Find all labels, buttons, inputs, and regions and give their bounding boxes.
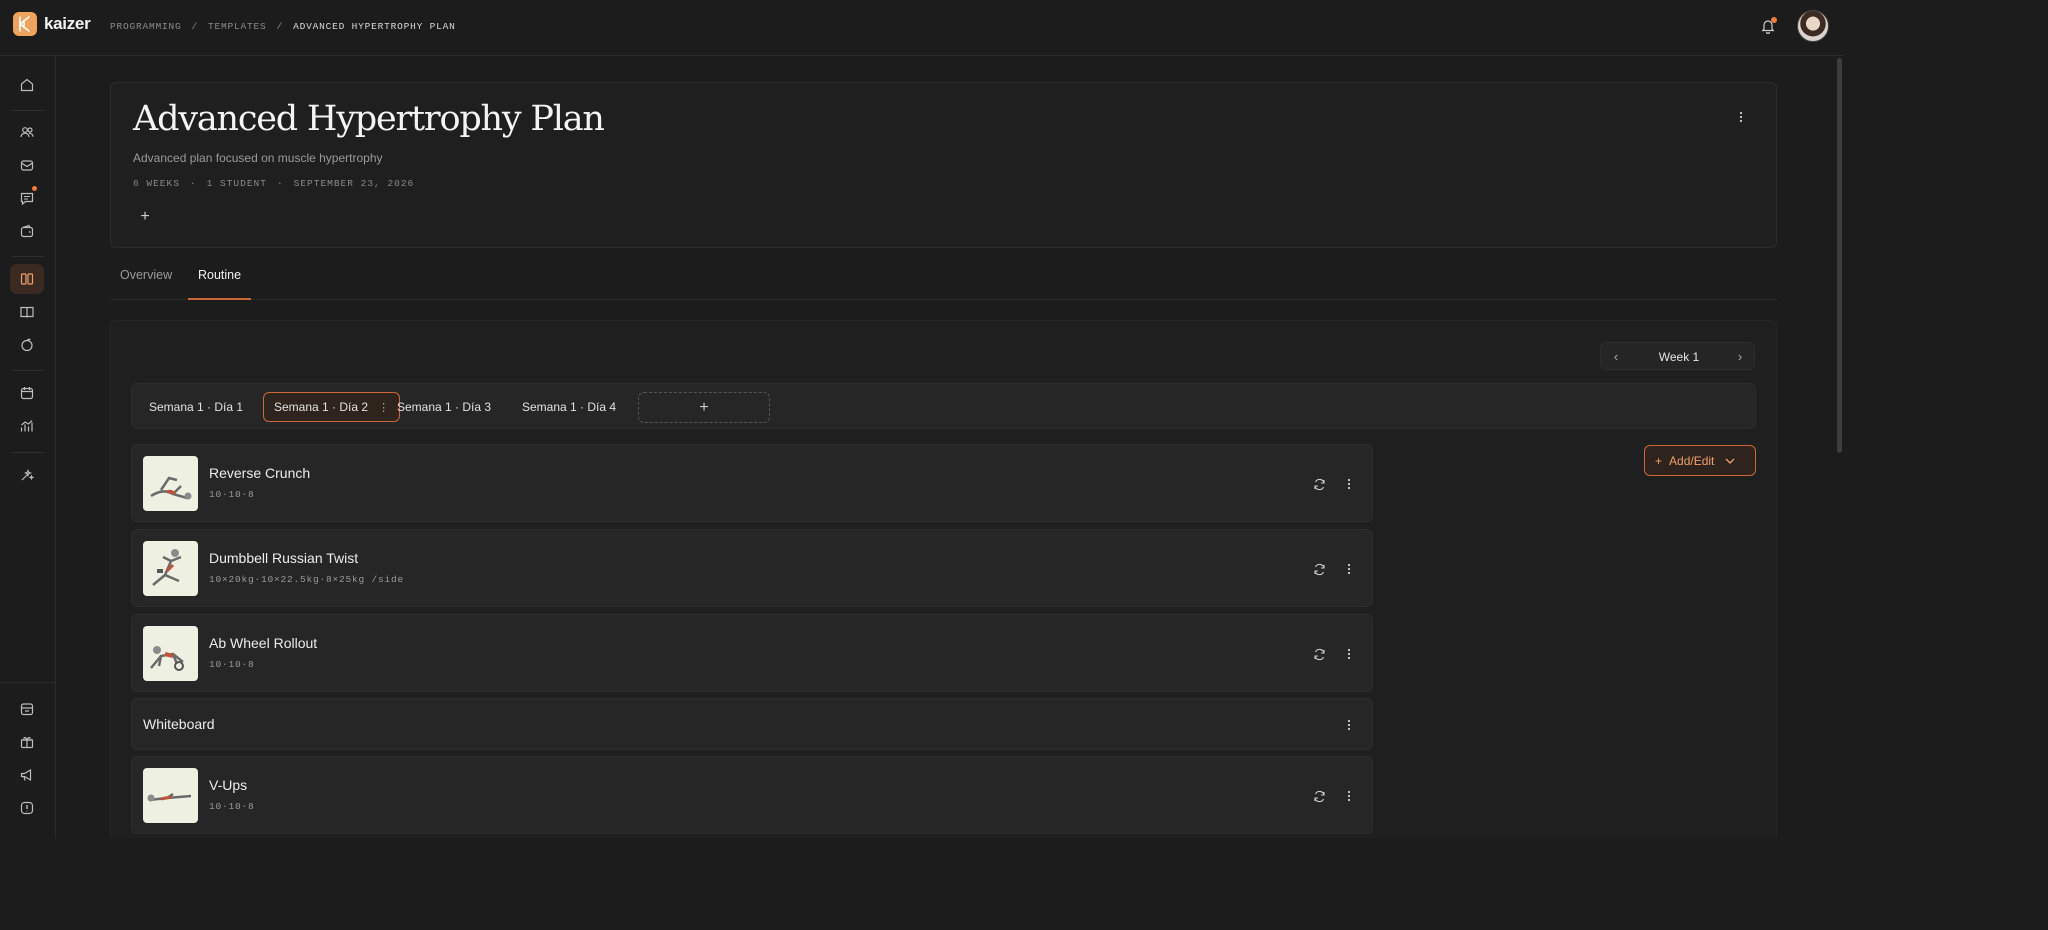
sidebar-divider	[12, 110, 44, 111]
exercise-name: V-Ups	[209, 777, 248, 793]
kaizer-logo-icon[interactable]	[13, 12, 37, 36]
breadcrumb-separator: /	[191, 21, 199, 32]
calendar-icon[interactable]	[10, 378, 44, 408]
meta-separator: ·	[189, 178, 197, 189]
exercise-card[interactable]: V-Ups 10·10·8	[131, 756, 1373, 834]
exercise-name: Dumbbell Russian Twist	[209, 550, 359, 566]
day-tabs: Semana 1 · Día 1 Semana 1 · Día 2 ⋮ Sema…	[131, 383, 1756, 429]
exercise-card[interactable]: Reverse Crunch 10·10·8	[131, 444, 1373, 522]
ai-sparkle-icon[interactable]	[10, 460, 44, 490]
gift-icon[interactable]	[10, 727, 44, 757]
breadcrumb-separator: /	[276, 21, 284, 32]
chat-icon[interactable]	[10, 183, 44, 213]
add-day-button[interactable]: +	[638, 392, 770, 423]
plus-icon: +	[1655, 453, 1663, 468]
swap-exercise-icon[interactable]	[1309, 559, 1329, 579]
breadcrumb-templates[interactable]: TEMPLATES	[208, 21, 267, 32]
exercise-scheme: 10·10·8	[209, 489, 255, 500]
swap-exercise-icon[interactable]	[1309, 644, 1329, 664]
exercise-more-icon[interactable]	[1339, 474, 1359, 494]
exercise-thumbnail	[143, 626, 198, 681]
plan-header-card: Advanced Hypertrophy Plan Advanced plan …	[110, 82, 1777, 248]
users-icon[interactable]	[10, 117, 44, 147]
megaphone-icon[interactable]	[10, 760, 44, 790]
wallet-icon[interactable]	[10, 216, 44, 246]
exercise-more-icon[interactable]	[1339, 644, 1359, 664]
add-edit-label: Add/Edit	[1669, 453, 1715, 468]
day-tab-label: Semana 1 · Día 2	[274, 400, 369, 414]
exercise-name: Ab Wheel Rollout	[209, 635, 318, 651]
plan-more-options-icon[interactable]	[1731, 107, 1751, 127]
exercise-more-icon[interactable]	[1339, 786, 1359, 806]
add-tag-button[interactable]: +	[135, 207, 155, 227]
analytics-icon[interactable]	[10, 411, 44, 441]
plan-date: SEPTEMBER 23, 2026	[293, 178, 415, 189]
meta-separator: ·	[276, 178, 284, 189]
sidebar-divider	[12, 452, 44, 453]
whiteboard-label: Whiteboard	[143, 716, 215, 732]
top-bar: kaizer PROGRAMMING / TEMPLATES / ADVANCE…	[0, 0, 1844, 56]
whiteboard-more-icon[interactable]	[1339, 715, 1359, 735]
day-tab-1[interactable]: Semana 1 · Día 1	[139, 392, 253, 422]
sidebar-divider	[12, 256, 44, 257]
user-avatar[interactable]	[1797, 10, 1829, 42]
exercise-thumbnail	[143, 456, 198, 511]
plan-tabs: Overview Routine	[110, 262, 1777, 300]
plan-students: 1 STUDENT	[206, 178, 267, 189]
exercise-card[interactable]: Dumbbell Russian Twist 10×20kg·10×22.5kg…	[131, 529, 1373, 607]
store-icon[interactable]	[10, 694, 44, 724]
app-window: kaizer PROGRAMMING / TEMPLATES / ADVANCE…	[0, 0, 1844, 838]
nutrition-icon[interactable]	[10, 330, 44, 360]
sidebar-divider	[0, 682, 56, 683]
swap-exercise-icon[interactable]	[1309, 474, 1329, 494]
tab-routine[interactable]: Routine	[188, 268, 252, 300]
breadcrumb-current: ADVANCED HYPERTROPHY PLAN	[293, 21, 456, 32]
exercise-scheme: 10×20kg·10×22.5kg·8×25kg /side	[209, 574, 405, 585]
chevron-down-icon	[1725, 458, 1735, 464]
add-edit-button[interactable]: + Add/Edit	[1644, 445, 1756, 476]
plan-meta: 6 WEEKS · 1 STUDENT · SEPTEMBER 23, 2026	[133, 178, 414, 189]
exercise-thumbnail	[143, 768, 198, 823]
notification-dot	[1771, 17, 1777, 23]
home-icon[interactable]	[10, 70, 44, 100]
help-icon[interactable]	[10, 793, 44, 823]
chat-unread-dot	[32, 186, 37, 191]
breadcrumb: PROGRAMMING / TEMPLATES / ADVANCED HYPER…	[110, 21, 456, 32]
programs-icon[interactable]	[10, 264, 44, 294]
exercise-more-icon[interactable]	[1339, 559, 1359, 579]
week-label: Week 1	[1658, 350, 1700, 364]
week-selector: ‹ Week 1 ›	[1600, 342, 1755, 370]
chevron-right-icon[interactable]: ›	[1731, 347, 1749, 365]
exercise-scheme: 10·10·8	[209, 659, 255, 670]
tab-overview[interactable]: Overview	[120, 268, 172, 300]
exercise-thumbnail	[143, 541, 198, 596]
chevron-left-icon[interactable]: ‹	[1607, 347, 1625, 365]
day-tab-2[interactable]: Semana 1 · Día 2 ⋮	[263, 392, 401, 422]
day-tab-4[interactable]: Semana 1 · Día 4	[512, 392, 626, 422]
day-tab-3[interactable]: Semana 1 · Día 3	[387, 392, 501, 422]
sidebar	[0, 56, 56, 838]
viewport-blank-area	[1844, 0, 2048, 930]
plan-description: Advanced plan focused on muscle hypertro…	[133, 151, 383, 165]
brand-name[interactable]: kaizer	[44, 14, 91, 34]
page-title: Advanced Hypertrophy Plan	[133, 99, 605, 139]
scrollbar-thumb[interactable]	[1837, 58, 1842, 453]
library-icon[interactable]	[10, 297, 44, 327]
exercise-card[interactable]: Ab Wheel Rollout 10·10·8	[131, 614, 1373, 692]
exercise-name: Reverse Crunch	[209, 465, 311, 481]
viewport-blank-area	[0, 838, 2048, 930]
whiteboard-block[interactable]: Whiteboard	[131, 698, 1373, 750]
sidebar-divider	[12, 370, 44, 371]
breadcrumb-programming[interactable]: PROGRAMMING	[110, 21, 182, 32]
swap-exercise-icon[interactable]	[1309, 786, 1329, 806]
exercise-scheme: 10·10·8	[209, 801, 255, 812]
plan-duration: 6 WEEKS	[133, 178, 180, 189]
inbox-icon[interactable]	[10, 150, 44, 180]
